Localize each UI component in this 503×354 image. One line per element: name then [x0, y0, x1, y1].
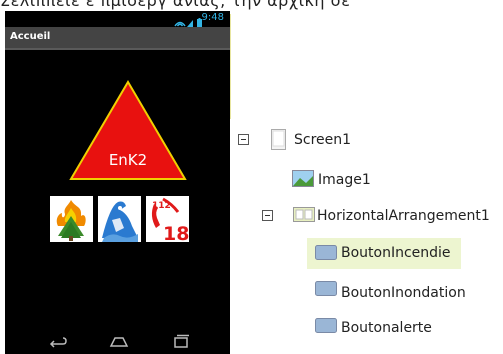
- logo-text: EnK2: [108, 151, 148, 169]
- button-component-icon: [315, 245, 337, 264]
- collapse-toggle-screen[interactable]: [238, 134, 249, 145]
- fire-icon: [56, 200, 86, 241]
- flood-icon: [102, 201, 138, 242]
- status-time: 9:48: [201, 12, 224, 23]
- bouton-inondation-button[interactable]: [98, 196, 141, 242]
- bouton-alerte-button[interactable]: 112 18: [146, 196, 189, 242]
- home-icon[interactable]: [109, 333, 129, 352]
- status-bar: 9:48: [5, 11, 230, 28]
- recent-apps-icon[interactable]: [171, 333, 191, 352]
- tree-node-bouton-alerte[interactable]: Boutonalerte: [341, 320, 432, 336]
- back-icon[interactable]: [47, 333, 67, 352]
- nav-bar: [5, 329, 230, 354]
- phone-edge: [230, 14, 231, 119]
- phone-alert-icon: 112 18: [151, 197, 189, 242]
- tree-node-image[interactable]: Image1: [318, 172, 371, 188]
- tree-node-arrangement[interactable]: HorizontalArrangement1: [317, 208, 490, 224]
- app-title-bar: Accueil: [5, 27, 230, 50]
- app-title: Accueil: [10, 31, 51, 42]
- screen-icon: [271, 129, 286, 154]
- collapse-toggle-arrangement[interactable]: [262, 210, 273, 221]
- horizontal-arrangement-icon: [293, 207, 315, 226]
- alert-big-number: 18: [163, 223, 189, 242]
- logo-triangle: EnK2: [68, 79, 188, 186]
- tree-node-bouton-inondation[interactable]: BoutonInondation: [341, 285, 466, 301]
- image-icon: [292, 170, 314, 191]
- button-component-icon: [315, 281, 337, 300]
- page-caption: Σελιππειε ε πμιοεργ ανιας, την αρχική σε: [0, 0, 351, 10]
- tree-node-bouton-incendie[interactable]: BoutonIncendie: [341, 245, 451, 261]
- button-component-icon: [315, 318, 337, 337]
- tree-node-screen[interactable]: Screen1: [294, 132, 351, 148]
- alert-small-number: 112: [152, 201, 171, 211]
- phone-screen: 9:48 Accueil EnK2 112 18: [5, 11, 230, 354]
- bouton-incendie-button[interactable]: [50, 196, 93, 242]
